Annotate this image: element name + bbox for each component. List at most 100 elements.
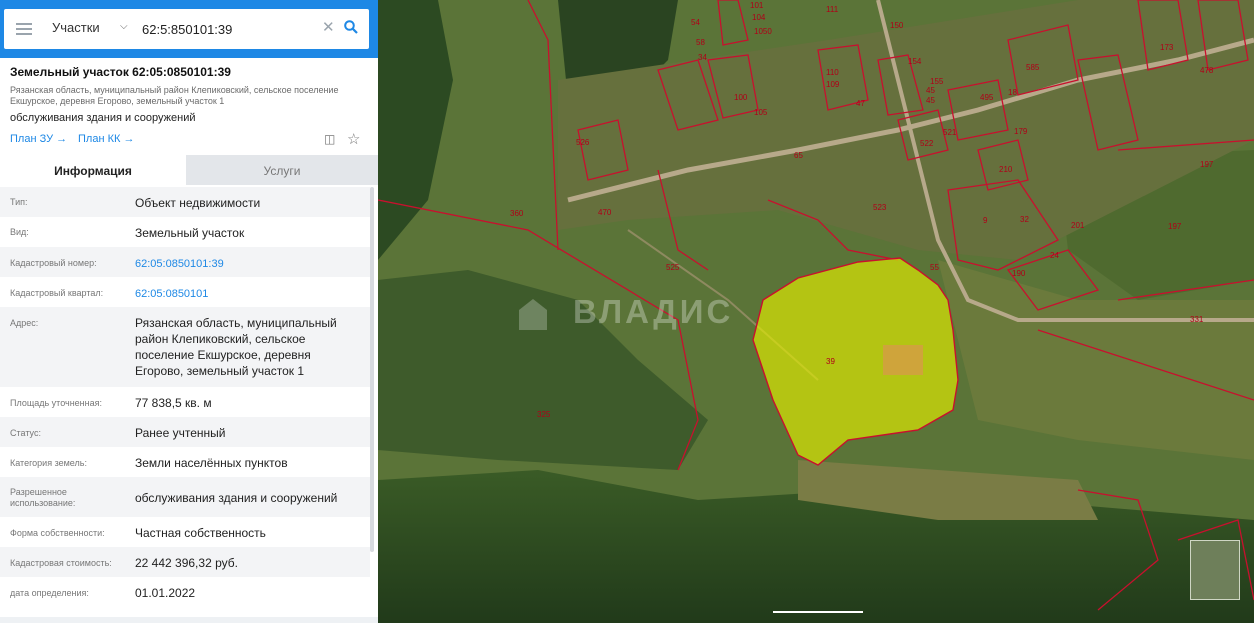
lot-label: 9: [983, 216, 988, 225]
info-row-status: Статус: Ранее учтенный: [0, 417, 370, 447]
building-logo-icon: [519, 299, 547, 330]
lot-label: 58: [696, 38, 705, 47]
hamburger-icon[interactable]: [16, 23, 32, 35]
watermark: ВЛАДИС: [573, 293, 734, 330]
lot-label: 101: [750, 1, 764, 10]
row-label: Кадастровый квартал:: [10, 288, 104, 298]
row-value: Земельный участок: [135, 226, 245, 240]
row-label: Статус:: [10, 428, 41, 438]
lot-label: 470: [598, 208, 612, 217]
lot-label: 47: [856, 99, 865, 108]
lot-label: 1050: [754, 27, 772, 36]
selected-lot-label: 39: [826, 357, 835, 366]
row-value: обслуживания здания и сооружений: [135, 491, 338, 505]
info-panel: Участки ⌵ ✕ Земельный участок 62:05:0850…: [0, 0, 378, 623]
info-row-land-category: Категория земель: Земли населённых пункт…: [0, 447, 370, 477]
chevron-down-icon[interactable]: ⌵: [120, 21, 128, 32]
info-row-ownership: Форма собственности: Частная собственнос…: [0, 517, 370, 547]
lot-label: 197: [1200, 160, 1214, 169]
row-label: Кадастровый номер:: [10, 258, 97, 268]
lot-label: 585: [1026, 63, 1040, 72]
row-label: Адрес:: [10, 318, 39, 328]
info-row-area: Площадь уточненная: 77 838,5 кв. м: [0, 387, 370, 417]
lot-label: 105: [754, 108, 768, 117]
lot-label: 32: [1020, 215, 1029, 224]
lot-label: 65: [794, 151, 803, 160]
scale-bar: [773, 611, 863, 613]
search-input[interactable]: [142, 17, 312, 41]
row-value: 01.01.2022: [135, 586, 196, 600]
lot-label: 478: [1200, 66, 1214, 75]
lot-label: 197: [1168, 222, 1182, 231]
search-box: Участки ⌵ ✕: [4, 9, 369, 49]
bottom-strip: [0, 617, 378, 623]
lot-label: 109: [826, 80, 840, 89]
row-label: Категория земель:: [10, 458, 87, 468]
lot-label: 325: [537, 410, 551, 419]
cadastral-number-link[interactable]: 62:05:0850101:39: [135, 256, 360, 272]
minimap[interactable]: [1190, 540, 1240, 600]
lot-label: 173: [1160, 43, 1174, 52]
row-value: Объект недвижимости: [135, 196, 261, 210]
lot-label: 331: [1190, 315, 1204, 324]
row-label: Разрешенное использование:: [10, 487, 76, 508]
lot-label: 154: [908, 57, 922, 66]
row-label: Форма собственности:: [10, 528, 105, 538]
info-row-permitted-use: Разрешенное использование: обслуживания …: [0, 477, 370, 517]
info-row-cadastral-quarter: Кадастровый квартал: 62:05:0850101: [0, 277, 370, 307]
info-row-address: Адрес: Рязанская область, муниципальный …: [0, 307, 370, 387]
object-address: Рязанская область, муниципальный район К…: [10, 85, 339, 106]
lot-label: 526: [576, 138, 590, 147]
lot-label: 111: [826, 5, 839, 14]
info-row-cadastral-value: Кадастровая стоимость: 22 442 396,32 руб…: [0, 547, 370, 577]
lot-label: 190: [1012, 269, 1026, 278]
row-value: Ранее учтенный: [135, 426, 226, 440]
lot-label: 110: [826, 68, 839, 77]
row-label: Кадастровая стоимость:: [10, 558, 112, 568]
info-row-kind: Вид: Земельный участок: [0, 217, 370, 247]
search-icon[interactable]: [344, 20, 358, 34]
panel-scrollbar[interactable]: [370, 187, 374, 552]
tab-services[interactable]: Услуги: [186, 155, 378, 185]
row-label: Площадь уточненная:: [10, 398, 102, 408]
object-use: обслуживания здания и сооружений: [10, 112, 196, 124]
cadastral-quarter-link[interactable]: 62:05:0850101: [135, 286, 360, 302]
row-value: Частная собственность: [135, 526, 266, 540]
search-bar: Участки ⌵ ✕: [0, 0, 378, 58]
plan-zu-link[interactable]: План ЗУ →: [10, 133, 67, 145]
plan-kk-link[interactable]: План КК →: [78, 133, 134, 145]
layer-select[interactable]: Участки: [52, 20, 100, 35]
document-search-icon[interactable]: ◫: [324, 132, 335, 146]
row-value: 77 838,5 кв. м: [135, 396, 212, 410]
lot-label: 45: [926, 86, 935, 95]
lot-label: 521: [943, 128, 957, 137]
lot-label: 210: [999, 165, 1013, 174]
lot-label: 201: [1071, 221, 1085, 230]
satellite-map[interactable]: 39 54 58 526 101 104 1050 111 150 34 110…: [378, 0, 1254, 623]
info-row-valuation-date: дата определения: 01.01.2022: [0, 577, 370, 607]
lot-label: 45: [926, 96, 935, 105]
lot-label: 54: [691, 18, 700, 27]
close-icon[interactable]: ✕: [322, 18, 335, 36]
lot-label: 155: [930, 77, 944, 86]
lot-label: 150: [890, 21, 904, 30]
row-value: 22 442 396,32 руб.: [135, 556, 238, 570]
row-label: Тип:: [10, 197, 28, 207]
lot-label: 18: [1008, 88, 1017, 97]
map-canvas[interactable]: 39 54 58 526 101 104 1050 111 150 34 110…: [378, 0, 1254, 623]
info-row-cadastral-number: Кадастровый номер: 62:05:0850101:39: [0, 247, 370, 277]
row-value: Рязанская область, муниципальный район К…: [135, 316, 337, 378]
lot-label: 34: [698, 53, 707, 62]
tab-information[interactable]: Информация: [0, 155, 186, 185]
row-label: дата определения:: [10, 588, 89, 598]
info-row-type: Тип: Объект недвижимости: [0, 187, 370, 217]
row-label: Вид:: [10, 227, 29, 237]
star-icon[interactable]: ☆: [347, 130, 360, 148]
lot-label: 525: [666, 263, 680, 272]
object-title: Земельный участок 62:05:0850101:39: [10, 65, 231, 79]
lot-label: 24: [1050, 251, 1059, 260]
building: [883, 345, 923, 375]
lot-label: 360: [510, 209, 524, 218]
lot-label: 100: [734, 93, 748, 102]
lot-label: 104: [752, 13, 766, 22]
